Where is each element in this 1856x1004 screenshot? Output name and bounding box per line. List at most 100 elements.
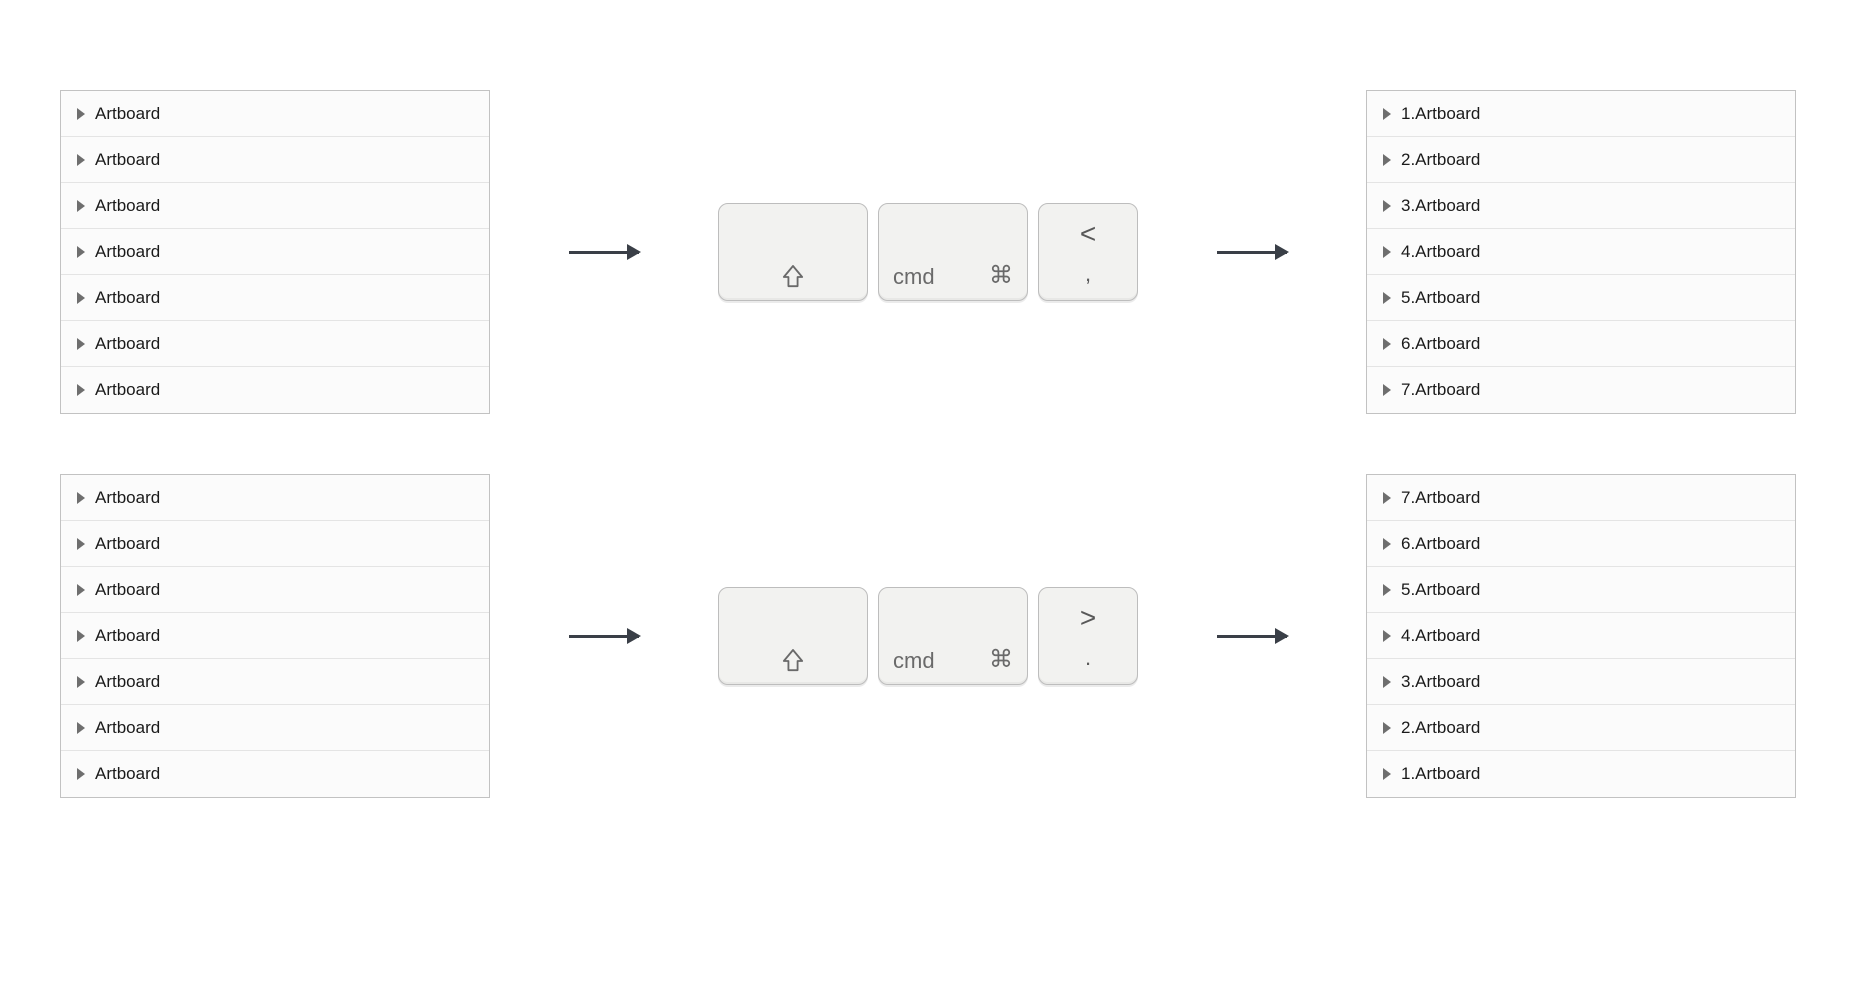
layer-label: 1.Artboard [1401, 764, 1480, 784]
list-item[interactable]: 4.Artboard [1367, 229, 1795, 275]
layer-label: 4.Artboard [1401, 626, 1480, 646]
layer-label: Artboard [95, 580, 160, 600]
key-top-char: < [1080, 220, 1096, 248]
list-item[interactable]: 3.Artboard [1367, 183, 1795, 229]
layer-label: 7.Artboard [1401, 488, 1480, 508]
layer-label: 3.Artboard [1401, 672, 1480, 692]
list-item[interactable]: Artboard [61, 275, 489, 321]
cmd-label: cmd [893, 264, 935, 290]
diagram-row-ascending: Artboard Artboard Artboard Artboard Artb… [60, 90, 1796, 414]
chevron-right-icon [77, 292, 85, 304]
list-item[interactable]: 2.Artboard [1367, 137, 1795, 183]
list-item[interactable]: Artboard [61, 613, 489, 659]
chevron-right-icon [1383, 538, 1391, 550]
chevron-right-icon [1383, 676, 1391, 688]
shift-icon [782, 264, 804, 290]
layer-label: Artboard [95, 334, 160, 354]
list-item[interactable]: Artboard [61, 229, 489, 275]
key-top-char: > [1080, 604, 1096, 632]
shift-key [718, 587, 868, 685]
layer-label: 1.Artboard [1401, 104, 1480, 124]
chevron-right-icon [77, 538, 85, 550]
cmd-label: cmd [893, 648, 935, 674]
layer-panel-after-1: 1.Artboard 2.Artboard 3.Artboard 4.Artbo… [1366, 90, 1796, 414]
arrow-right-icon [1192, 635, 1312, 638]
chevron-right-icon [1383, 384, 1391, 396]
key-bottom-char: . [1085, 647, 1091, 669]
chevron-right-icon [1383, 492, 1391, 504]
layer-label: Artboard [95, 380, 160, 400]
layer-label: 6.Artboard [1401, 534, 1480, 554]
cmd-key: cmd ⌘ [878, 587, 1028, 685]
cmd-key: cmd ⌘ [878, 203, 1028, 301]
chevron-right-icon [1383, 246, 1391, 258]
list-item[interactable]: Artboard [61, 183, 489, 229]
list-item[interactable]: Artboard [61, 91, 489, 137]
arrow-right-icon [544, 635, 664, 638]
chevron-right-icon [77, 768, 85, 780]
list-item[interactable]: Artboard [61, 475, 489, 521]
chevron-right-icon [77, 676, 85, 688]
list-item[interactable]: 3.Artboard [1367, 659, 1795, 705]
shift-key [718, 203, 868, 301]
layer-label: 5.Artboard [1401, 580, 1480, 600]
layer-label: Artboard [95, 488, 160, 508]
chevron-right-icon [77, 584, 85, 596]
layer-label: 2.Artboard [1401, 150, 1480, 170]
layer-label: Artboard [95, 288, 160, 308]
layer-label: Artboard [95, 534, 160, 554]
chevron-right-icon [77, 630, 85, 642]
list-item[interactable]: 2.Artboard [1367, 705, 1795, 751]
comma-key: < , [1038, 203, 1138, 301]
chevron-right-icon [77, 154, 85, 166]
layer-label: Artboard [95, 242, 160, 262]
layer-label: 3.Artboard [1401, 196, 1480, 216]
layer-label: Artboard [95, 718, 160, 738]
list-item[interactable]: 6.Artboard [1367, 321, 1795, 367]
chevron-right-icon [1383, 108, 1391, 120]
chevron-right-icon [77, 384, 85, 396]
list-item[interactable]: Artboard [61, 521, 489, 567]
arrow-right-icon [1192, 251, 1312, 254]
layer-label: 2.Artboard [1401, 718, 1480, 738]
chevron-right-icon [1383, 200, 1391, 212]
list-item[interactable]: Artboard [61, 751, 489, 797]
period-key: > . [1038, 587, 1138, 685]
layer-panel-after-2: 7.Artboard 6.Artboard 5.Artboard 4.Artbo… [1366, 474, 1796, 798]
layer-label: Artboard [95, 626, 160, 646]
list-item[interactable]: Artboard [61, 367, 489, 413]
chevron-right-icon [77, 338, 85, 350]
chevron-right-icon [1383, 338, 1391, 350]
list-item[interactable]: 5.Artboard [1367, 567, 1795, 613]
list-item[interactable]: 7.Artboard [1367, 367, 1795, 413]
list-item[interactable]: 7.Artboard [1367, 475, 1795, 521]
diagram-row-descending: Artboard Artboard Artboard Artboard Artb… [60, 474, 1796, 798]
key-bottom-char: , [1085, 263, 1091, 285]
layer-label: 7.Artboard [1401, 380, 1480, 400]
list-item[interactable]: 1.Artboard [1367, 751, 1795, 797]
layer-label: 4.Artboard [1401, 242, 1480, 262]
list-item[interactable]: 4.Artboard [1367, 613, 1795, 659]
list-item[interactable]: Artboard [61, 659, 489, 705]
list-item[interactable]: 6.Artboard [1367, 521, 1795, 567]
chevron-right-icon [1383, 630, 1391, 642]
list-item[interactable]: 5.Artboard [1367, 275, 1795, 321]
chevron-right-icon [77, 200, 85, 212]
layer-label: Artboard [95, 104, 160, 124]
arrow-right-icon [544, 251, 664, 254]
chevron-right-icon [1383, 154, 1391, 166]
keyboard-shortcut-1: cmd ⌘ < , [718, 203, 1138, 301]
layer-label: 6.Artboard [1401, 334, 1480, 354]
layer-label: 5.Artboard [1401, 288, 1480, 308]
layer-label: Artboard [95, 672, 160, 692]
list-item[interactable]: Artboard [61, 705, 489, 751]
layer-label: Artboard [95, 150, 160, 170]
chevron-right-icon [77, 246, 85, 258]
cmd-symbol-icon: ⌘ [989, 261, 1013, 290]
list-item[interactable]: Artboard [61, 321, 489, 367]
chevron-right-icon [77, 108, 85, 120]
list-item[interactable]: Artboard [61, 137, 489, 183]
list-item[interactable]: 1.Artboard [1367, 91, 1795, 137]
layer-panel-before-1: Artboard Artboard Artboard Artboard Artb… [60, 90, 490, 414]
list-item[interactable]: Artboard [61, 567, 489, 613]
